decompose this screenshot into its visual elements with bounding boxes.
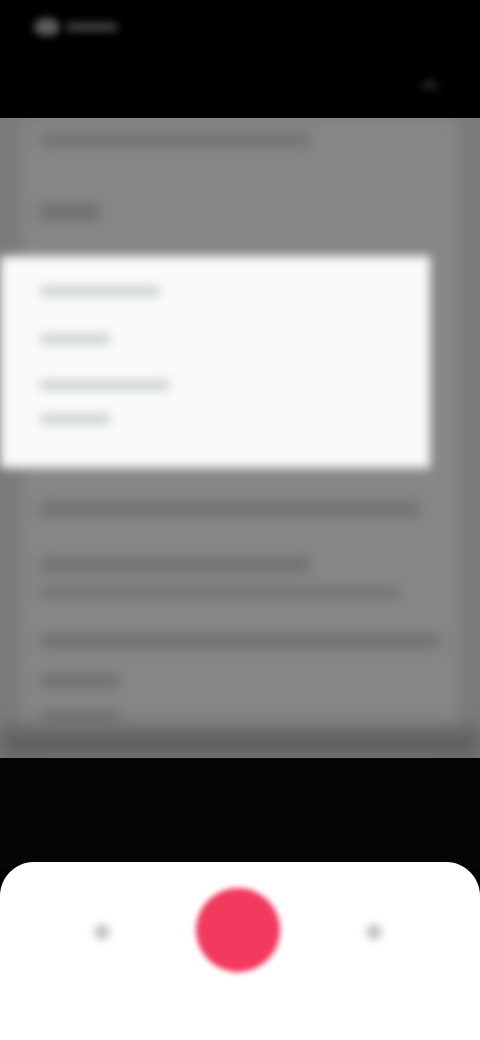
viewfinder-text-line: [40, 558, 310, 572]
camera-viewfinder[interactable]: [0, 118, 480, 758]
viewfinder-text-line: [40, 502, 420, 516]
viewfinder-text-line: [40, 710, 120, 722]
viewfinder-bottom-band: [0, 758, 480, 870]
viewfinder-panel-line: [40, 334, 110, 344]
viewfinder-text-line: [40, 634, 440, 648]
camera-top-bar: [0, 56, 480, 118]
viewfinder-panel-line: [40, 286, 160, 296]
left-control-glyph: [94, 924, 110, 940]
camera-screen: [0, 0, 480, 1040]
status-bar: [0, 0, 480, 56]
viewfinder-text-line: [40, 588, 400, 598]
viewfinder-text-line: [40, 134, 310, 146]
chevron-up-icon-glyph: [421, 79, 439, 91]
viewfinder-text-line: [40, 674, 120, 688]
viewfinder-bottom-shade: [0, 728, 480, 758]
left-control-icon[interactable]: [80, 910, 124, 954]
right-control-glyph: [366, 924, 382, 940]
chevron-up-icon[interactable]: [408, 64, 452, 108]
shutter-button[interactable]: [196, 888, 280, 972]
viewfinder-text-line: [40, 204, 100, 220]
status-time: [30, 16, 120, 36]
camera-controls: [0, 862, 480, 1040]
viewfinder-panel-line: [40, 380, 170, 390]
viewfinder-panel-line: [40, 414, 110, 424]
right-control-icon[interactable]: [352, 910, 396, 954]
